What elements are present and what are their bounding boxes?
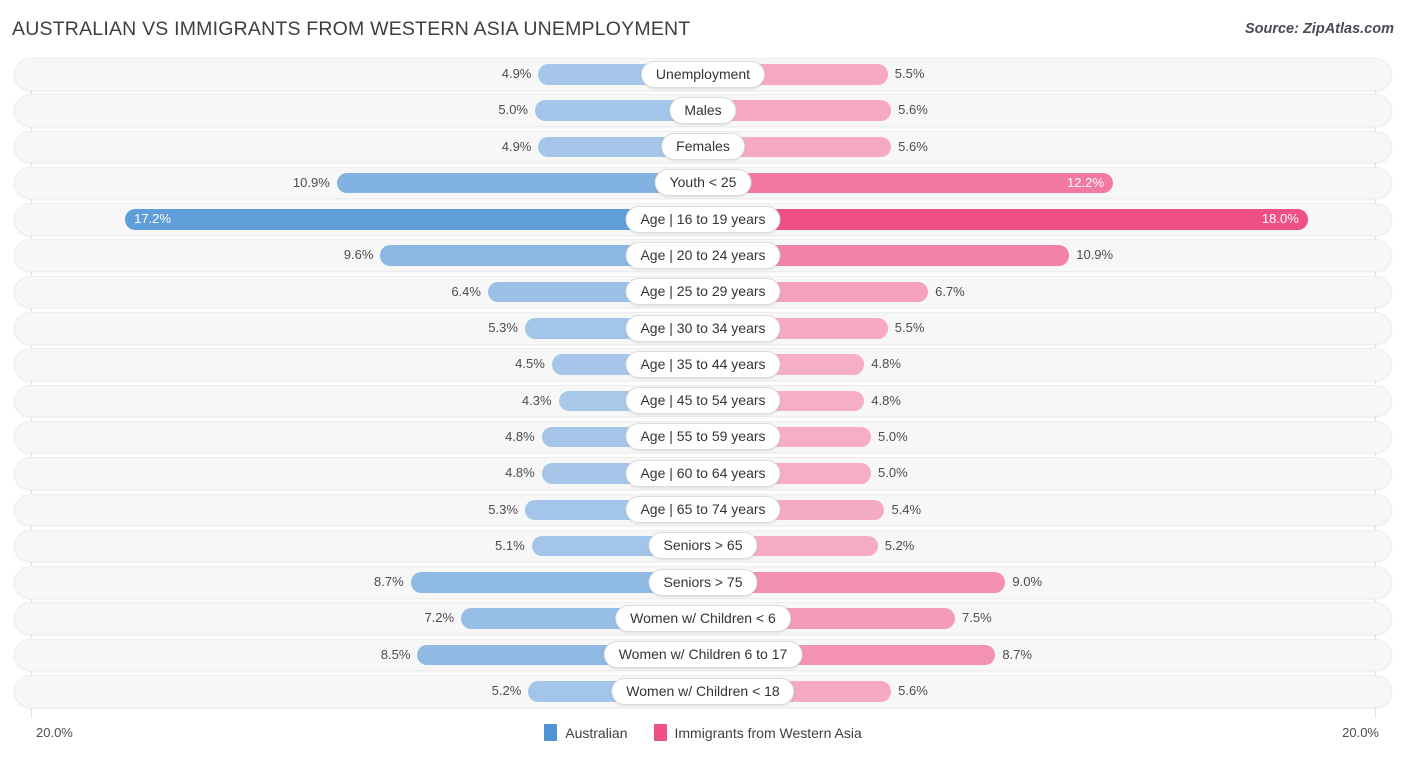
bar-value-left: 5.3% (488, 501, 518, 517)
bar-value-left: 17.2% (134, 211, 171, 227)
bar-value-right: 7.5% (962, 610, 992, 626)
bar-left-australian: 17.2% (125, 209, 703, 230)
category-label-pill: Seniors > 75 (648, 568, 758, 596)
bar-value-right: 12.2% (1067, 174, 1104, 190)
bar-value-left: 10.9% (292, 174, 330, 190)
bar-value-right: 4.8% (871, 356, 901, 372)
bar-value-right: 5.5% (894, 320, 925, 336)
legend-swatch-icon (544, 724, 558, 741)
bar-value-right: 5.6% (898, 138, 928, 154)
category-label-pill: Age | 55 to 59 years (625, 423, 781, 451)
table-row: 4.3% 4.8% Age | 45 to 54 years (0, 384, 1406, 418)
chart-plot-area: 4.9% 5.5% Unemployment 5.0% 5.6% Males 4.9% 5.6… (0, 58, 1406, 718)
table-row: 8.5% 8.7% Women w/ Children 6 to 17 (0, 638, 1406, 672)
category-label-pill: Females (661, 133, 745, 161)
chart-footer: 20.0% 20.0% Australian Immigrants from We… (0, 718, 1406, 757)
table-row: 9.6% 10.9% Age | 20 to 24 years (0, 239, 1406, 272)
table-row: 6.4% 6.7% Age | 25 to 29 years (0, 275, 1406, 309)
source-attribution: Source: ZipAtlas.com (1244, 21, 1394, 37)
bar-value-right: 18.0% (1261, 211, 1299, 227)
page-title: AUSTRALIAN VS IMMIGRANTS FROM WESTERN AS… (12, 18, 691, 40)
table-row: 5.1% 5.2% Seniors > 65 (0, 529, 1406, 563)
bar-value-right: 4.8% (871, 392, 901, 408)
table-row: 4.5% 4.8% Age | 35 to 44 years (0, 348, 1406, 381)
bar-value-left: 6.4% (451, 283, 481, 299)
table-row: 5.0% 5.6% Males (0, 94, 1406, 127)
category-label-pill: Age | 16 to 19 years (625, 205, 781, 233)
table-row: 4.8% 5.0% Age | 55 to 59 years (0, 420, 1406, 454)
bar-value-right: 5.0% (878, 428, 908, 444)
legend-item[interactable]: Immigrants from Western Asia (653, 724, 862, 741)
table-row: 4.8% 5.0% Age | 60 to 64 years (0, 457, 1406, 490)
chart-header: AUSTRALIAN VS IMMIGRANTS FROM WESTERN AS… (0, 0, 1406, 55)
chart-page: AUSTRALIAN VS IMMIGRANTS FROM WESTERN AS… (0, 0, 1406, 757)
category-label-pill: Males (669, 96, 737, 124)
category-label-pill: Age | 45 to 54 years (625, 387, 781, 415)
table-row: 10.9% 12.2% Youth < 25 (0, 166, 1406, 200)
table-row: 5.2% 5.6% Women w/ Children < 18 (0, 675, 1406, 708)
bar-value-left: 4.9% (501, 66, 532, 81)
category-label-pill: Seniors > 65 (648, 532, 758, 560)
category-label-pill: Age | 20 to 24 years (625, 241, 781, 269)
bar-value-left: 5.2% (491, 683, 522, 699)
bar-right-immigrants-western-asia: 18.0% (703, 209, 1308, 230)
bar-value-left: 4.3% (521, 392, 552, 408)
bar-value-left: 4.8% (505, 465, 535, 481)
bar-value-left: 8.5% (380, 646, 411, 662)
bar-value-right: 8.7% (1002, 646, 1032, 662)
bar-value-left: 4.8% (505, 428, 535, 444)
bar-value-right: 9.0% (1012, 574, 1043, 590)
table-row: 4.9% 5.5% Unemployment (0, 58, 1406, 91)
legend-label: Immigrants from Western Asia (674, 724, 862, 741)
category-label-pill: Age | 35 to 44 years (625, 350, 781, 378)
category-label-pill: Women w/ Children < 6 (615, 604, 791, 632)
legend-swatch-icon (653, 724, 667, 741)
bar-value-right: 5.6% (898, 683, 928, 699)
table-row: 4.9% 5.6% Females (0, 130, 1406, 164)
bar-value-right: 5.2% (884, 537, 915, 553)
bar-value-left: 8.7% (374, 574, 404, 590)
chart-legend: Australian Immigrants from Western Asia (0, 724, 1406, 741)
bar-value-left: 7.2% (424, 610, 455, 626)
bar-value-left: 9.6% (343, 247, 374, 263)
category-label-pill: Age | 65 to 74 years (625, 496, 781, 524)
bar-value-right: 10.9% (1076, 247, 1114, 263)
category-label-pill: Women w/ Children < 18 (611, 677, 795, 705)
bar-value-left: 4.9% (501, 138, 532, 154)
table-row: 17.2% 18.0% Age | 16 to 19 years (0, 203, 1406, 236)
bar-value-right: 5.5% (894, 66, 925, 81)
bar-value-right: 5.0% (878, 465, 908, 481)
table-row: 5.3% 5.5% Age | 30 to 34 years (0, 312, 1406, 345)
table-row: 5.3% 5.4% Age | 65 to 74 years (0, 493, 1406, 527)
category-label-pill: Unemployment (640, 60, 766, 88)
bar-left-australian: 10.9% (293, 172, 703, 194)
bar-value-left: 5.0% (498, 102, 528, 118)
table-row: 7.2% 7.5% Women w/ Children < 6 (0, 602, 1406, 635)
bar-value-right: 5.6% (898, 102, 928, 118)
category-label-pill: Age | 25 to 29 years (625, 278, 781, 306)
category-label-pill: Age | 30 to 34 years (625, 314, 781, 342)
category-label-pill: Age | 60 to 64 years (625, 459, 781, 487)
bar-value-left: 5.3% (488, 320, 518, 336)
legend-item[interactable]: Australian (544, 724, 628, 741)
bar-value-left: 5.1% (495, 537, 525, 553)
category-label-pill: Women w/ Children 6 to 17 (603, 641, 803, 669)
bar-right-immigrants-western-asia: 12.2% (703, 172, 1113, 194)
legend-label: Australian (565, 724, 628, 741)
category-label-pill: Youth < 25 (654, 169, 752, 197)
table-row: 8.7% 9.0% Seniors > 75 (0, 566, 1406, 599)
bar-value-left: 4.5% (515, 356, 545, 372)
bar-row-list: 4.9% 5.5% Unemployment 5.0% 5.6% Males 4.9% 5.6… (0, 58, 1406, 711)
bar-value-right: 5.4% (891, 501, 922, 517)
bar-value-right: 6.7% (935, 283, 965, 299)
